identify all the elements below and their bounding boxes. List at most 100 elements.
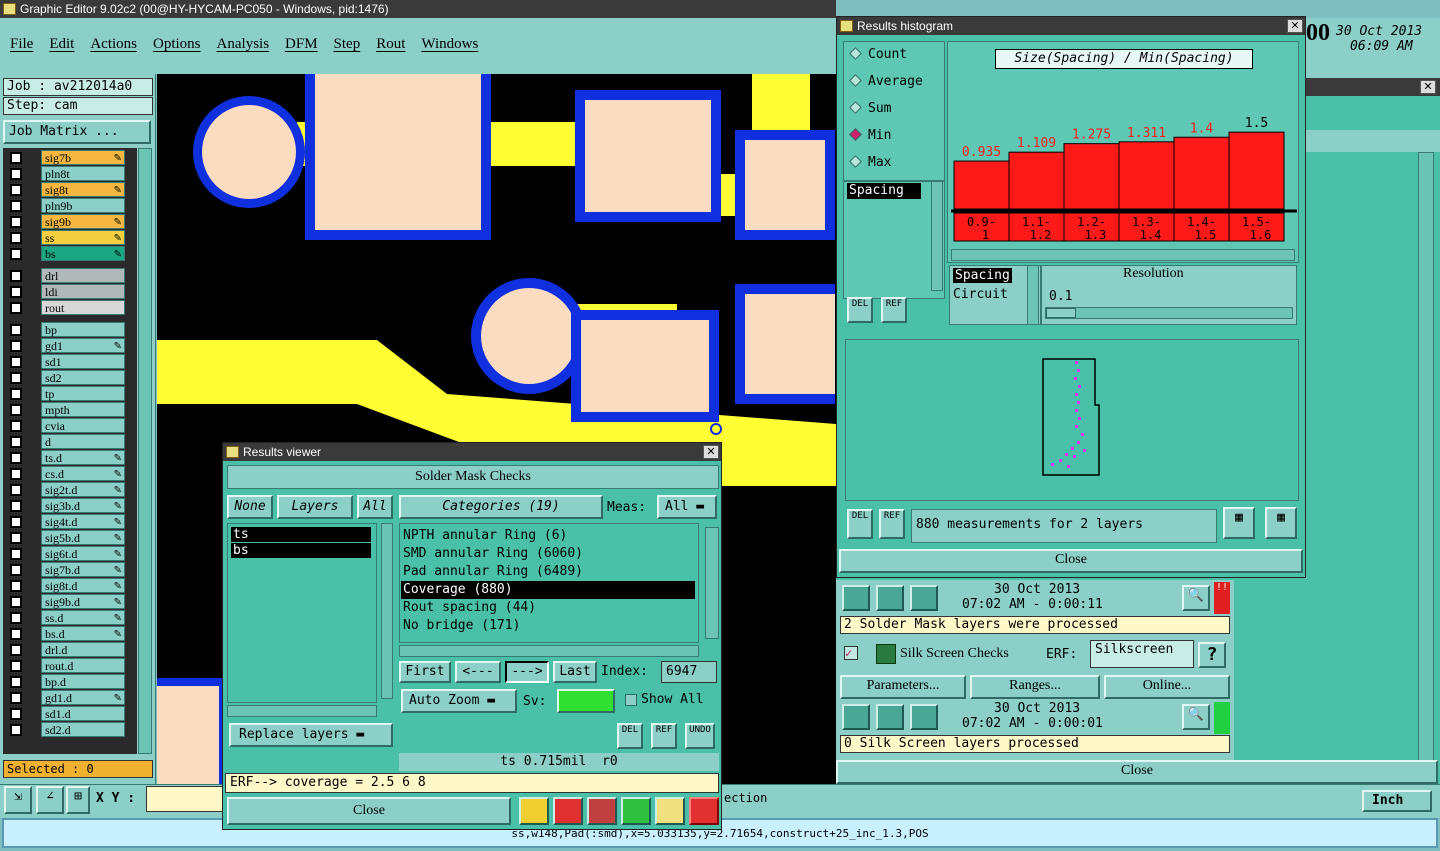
- layer-name[interactable]: ts.d ✎: [41, 450, 125, 465]
- histogram-tool-icon[interactable]: [689, 797, 719, 825]
- viewer-tool-icon-4[interactable]: [621, 797, 651, 825]
- jobs-close-button[interactable]: Close: [836, 760, 1438, 784]
- layer-name[interactable]: sd2.d: [41, 722, 125, 737]
- layer-checkbox[interactable]: [10, 708, 22, 720]
- side-item-spacing[interactable]: Spacing: [847, 183, 921, 199]
- first-button[interactable]: First: [399, 661, 451, 683]
- layer-checkbox[interactable]: [10, 548, 22, 560]
- hist-bar[interactable]: [953, 160, 1010, 210]
- category-item[interactable]: NPTH annular Ring (6): [401, 527, 695, 545]
- layer-row[interactable]: tp: [5, 386, 125, 401]
- menu-dfm[interactable]: DFM: [285, 36, 318, 56]
- layer-row[interactable]: sig7b.d ✎: [5, 562, 125, 577]
- layer-checkbox[interactable]: [10, 676, 22, 688]
- layer-row[interactable]: cvia: [5, 418, 125, 433]
- category-item[interactable]: Pad annular Ring (6489): [401, 563, 695, 581]
- layer-row[interactable]: ts.d ✎: [5, 450, 125, 465]
- layer-row[interactable]: sig3b.d ✎: [5, 498, 125, 513]
- layer-checkbox[interactable]: [10, 596, 22, 608]
- layer-name[interactable]: sig7b.d ✎: [41, 562, 125, 577]
- menu-rout[interactable]: Rout: [376, 36, 405, 56]
- layer-checkbox[interactable]: [10, 200, 22, 212]
- histogram-close-button[interactable]: Close: [839, 549, 1303, 573]
- viewer-ref-button[interactable]: REF: [651, 723, 677, 749]
- layer-checkbox[interactable]: [10, 248, 22, 260]
- layer-checkbox[interactable]: [10, 660, 22, 672]
- layer-row[interactable]: sd2.d: [5, 722, 125, 737]
- hist-bar[interactable]: [1173, 136, 1230, 210]
- layer-row[interactable]: gd1.d ✎: [5, 690, 125, 705]
- layer-checkbox[interactable]: [10, 436, 22, 448]
- measure-tool-button[interactable]: ∠: [36, 786, 64, 814]
- viewer-layer-item[interactable]: bs: [231, 543, 371, 558]
- hist-bar[interactable]: [1008, 151, 1065, 210]
- layer-name[interactable]: sd1: [41, 354, 125, 369]
- layer-checkbox[interactable]: [10, 564, 22, 576]
- ranges-button[interactable]: Ranges...: [970, 675, 1100, 699]
- layer-checkbox[interactable]: [10, 372, 22, 384]
- sv-color-select[interactable]: [557, 689, 615, 713]
- category-item[interactable]: Coverage (880): [401, 581, 695, 599]
- layer-name[interactable]: sd1.d: [41, 706, 125, 721]
- layer-checkbox[interactable]: [10, 324, 22, 336]
- auto-zoom-select[interactable]: Auto Zoom ▬: [401, 689, 517, 713]
- menu-windows[interactable]: Windows: [421, 36, 478, 56]
- run-icon-4[interactable]: [842, 704, 870, 730]
- export-icon-1[interactable]: ▦: [1223, 507, 1255, 539]
- layer-listbox-hscroll[interactable]: [227, 705, 377, 717]
- layer-checkbox[interactable]: [10, 612, 22, 624]
- mode-sum[interactable]: Sum: [849, 101, 891, 116]
- layer-checkbox[interactable]: [10, 340, 22, 352]
- layer-row[interactable]: sd1.d: [5, 706, 125, 721]
- layer-name[interactable]: d: [41, 434, 125, 449]
- viewer-tool-icon-5[interactable]: [655, 797, 685, 825]
- menu-file[interactable]: File: [10, 36, 33, 56]
- last-button[interactable]: Last: [553, 661, 597, 683]
- run-icon-3[interactable]: [910, 585, 938, 611]
- layer-name[interactable]: cs.d ✎: [41, 466, 125, 481]
- layer-name[interactable]: gd1.d ✎: [41, 690, 125, 705]
- hist-bar[interactable]: [1118, 141, 1175, 210]
- viewer-del-button[interactable]: DEL: [617, 723, 643, 749]
- right-bg-scrollbar[interactable]: [1418, 152, 1434, 780]
- replace-layers-button[interactable]: Replace layers ▬: [229, 723, 393, 747]
- layer-checkbox[interactable]: [10, 628, 22, 640]
- chart-h-scrollbar[interactable]: [951, 249, 1295, 261]
- layer-name[interactable]: gd1 ✎: [41, 338, 125, 353]
- layers-button[interactable]: Layers: [277, 495, 353, 519]
- layer-row[interactable]: sig5b.d ✎: [5, 530, 125, 545]
- layer-name[interactable]: sd2: [41, 370, 125, 385]
- scatter-ref-button[interactable]: REF: [879, 509, 905, 539]
- scatter-del-button[interactable]: DEL: [847, 509, 873, 539]
- layer-checkbox[interactable]: [10, 500, 22, 512]
- mode-average[interactable]: Average: [849, 74, 923, 89]
- layer-name[interactable]: bp.d: [41, 674, 125, 689]
- right-bg-close-button[interactable]: ✕: [1420, 80, 1436, 94]
- layer-row[interactable]: bs ✎: [5, 246, 125, 261]
- layer-name[interactable]: pln9b: [41, 198, 125, 213]
- layer-name[interactable]: sig9b.d ✎: [41, 594, 125, 609]
- layer-checkbox[interactable]: [10, 388, 22, 400]
- next-button[interactable]: --->: [505, 661, 549, 683]
- layer-row[interactable]: sig9b ✎: [5, 214, 125, 229]
- layer-row[interactable]: ldi: [5, 284, 125, 299]
- layer-name[interactable]: sig9b ✎: [41, 214, 125, 229]
- layer-checkbox[interactable]: [10, 286, 22, 298]
- index-input[interactable]: 6947: [661, 661, 717, 683]
- mode-count[interactable]: Count: [849, 47, 907, 62]
- layer-checkbox[interactable]: [10, 356, 22, 368]
- layer-name[interactable]: cvia: [41, 418, 125, 433]
- layer-name[interactable]: tp: [41, 386, 125, 401]
- category-item[interactable]: Rout spacing (44): [401, 599, 695, 617]
- category-item[interactable]: SMD annular Ring (6060): [401, 545, 695, 563]
- layer-name[interactable]: ldi: [41, 284, 125, 299]
- layer-row[interactable]: ss.d ✎: [5, 610, 125, 625]
- layer-row[interactable]: mpth: [5, 402, 125, 417]
- layer-row[interactable]: sig8t ✎: [5, 182, 125, 197]
- layer-name[interactable]: drl: [41, 268, 125, 283]
- layer-name[interactable]: mpth: [41, 402, 125, 417]
- layer-name[interactable]: bp: [41, 322, 125, 337]
- layer-row[interactable]: sig2t.d ✎: [5, 482, 125, 497]
- layer-checkbox[interactable]: [10, 216, 22, 228]
- layer-checkbox[interactable]: [10, 452, 22, 464]
